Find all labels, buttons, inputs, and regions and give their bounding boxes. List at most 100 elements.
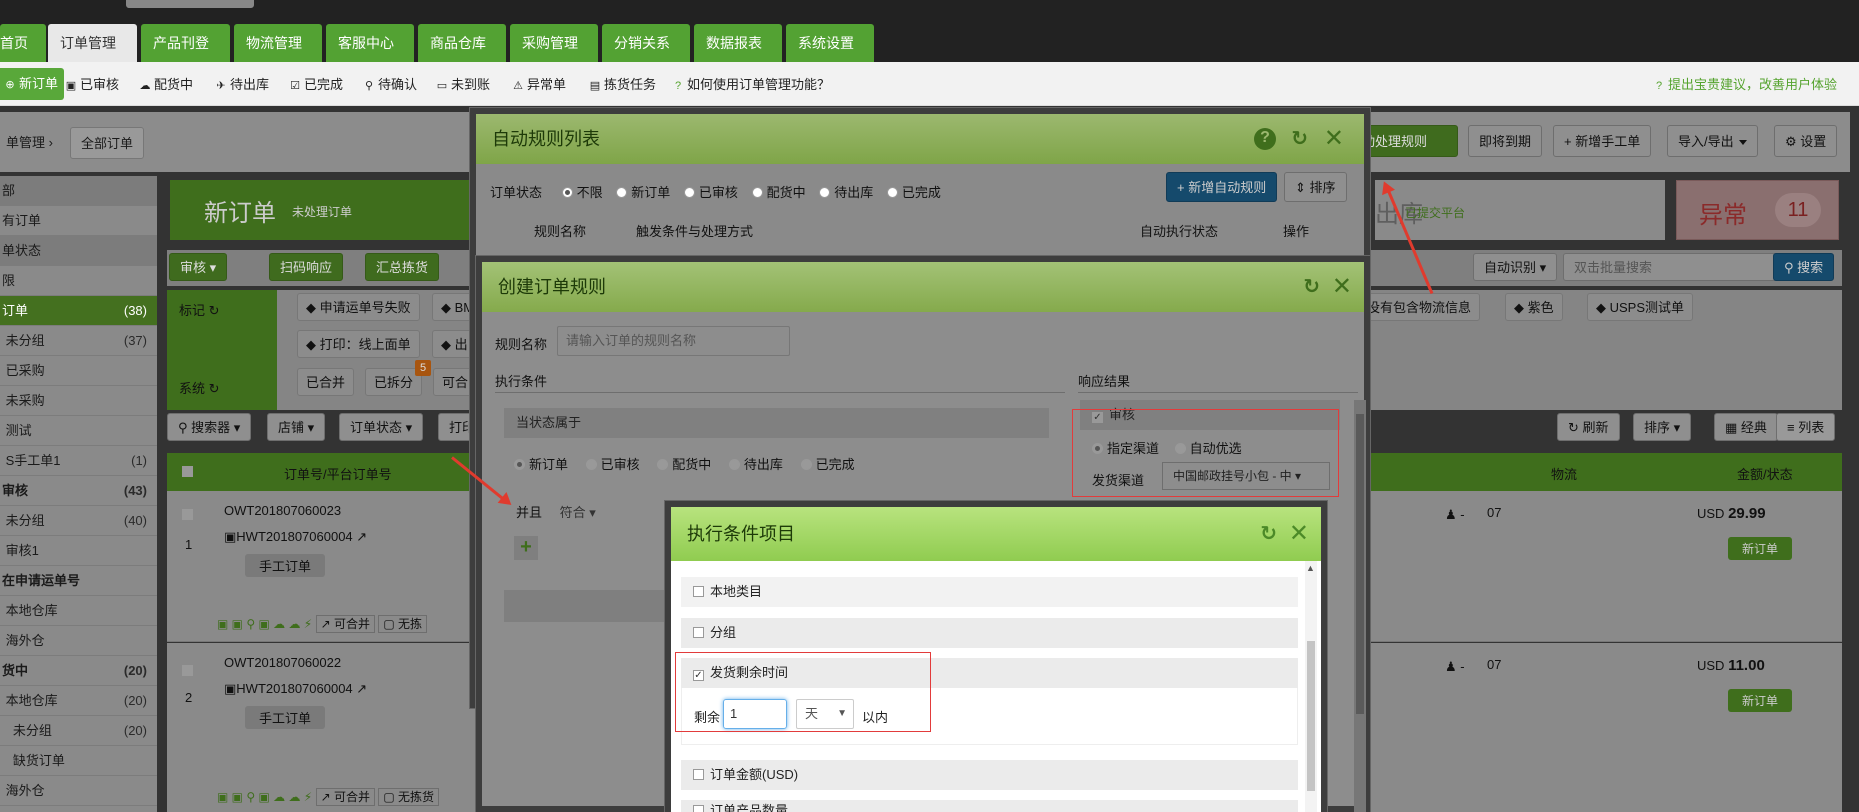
classic-view-button[interactable]: ▦ 经典 xyxy=(1714,413,1778,441)
platform-number[interactable]: ▣HWT201807060004 ↗ xyxy=(224,681,367,697)
add-rule-button[interactable]: + 新增自动规则 xyxy=(1166,172,1278,202)
sort-button[interactable]: ⇕ 排序 xyxy=(1284,172,1347,202)
ship-card[interactable]: 出库 已提交平台 xyxy=(1375,180,1665,240)
nav-home[interactable]: 首页 xyxy=(0,24,46,62)
sidebar-item[interactable]: 已采购 xyxy=(0,356,157,386)
refresh-button[interactable]: ↻ 刷新 xyxy=(1557,413,1620,441)
radio-new[interactable]: 新订单 xyxy=(514,457,568,472)
nav-service[interactable]: 客服中心 xyxy=(326,24,414,85)
sort-button[interactable]: 排序 ▾ xyxy=(1633,413,1692,441)
select-all-checkbox[interactable] xyxy=(182,466,193,477)
radio-to-ship[interactable]: 待出库 xyxy=(728,457,783,472)
nav-logistics[interactable]: 物流管理 xyxy=(234,24,322,85)
condition-item[interactable]: 分组 xyxy=(681,618,1298,648)
breadcrumb-current[interactable]: 全部订单 xyxy=(70,127,145,159)
sidebar-item[interactable]: S手工单1 (1) xyxy=(0,446,157,476)
scroll-thumb[interactable] xyxy=(1356,414,1364,714)
radio-reviewed[interactable]: 已审核 xyxy=(585,457,640,472)
tag-purple[interactable]: ◆ 紫色 xyxy=(1505,293,1563,321)
order-status-button[interactable]: 订单状态 ▾ xyxy=(339,413,424,441)
to-confirm-tab[interactable]: ⚲ 待确认 xyxy=(363,74,417,93)
abnormal-card[interactable]: 异常 11 xyxy=(1676,180,1839,240)
nav-product[interactable]: 产品刊登 xyxy=(141,24,230,85)
sidebar-item[interactable]: 审核1 xyxy=(0,536,157,566)
auto-identify-dropdown[interactable]: 自动识别 ▾ xyxy=(1473,253,1558,281)
radio-unlimited[interactable]: 不限 xyxy=(561,185,603,200)
summary-pick-button[interactable]: 汇总拣货 xyxy=(365,253,440,281)
close-icon[interactable]: ✕ xyxy=(1289,507,1309,561)
list-view-button[interactable]: ≡ 列表 xyxy=(1776,413,1836,441)
scrollbar[interactable]: ▲ xyxy=(1305,561,1317,812)
radio-dispatching[interactable]: 配货中 xyxy=(751,185,806,200)
picking-tab[interactable]: ▤ 拣货任务 xyxy=(589,74,656,93)
condition-item[interactable]: 订单金额(USD) xyxy=(681,760,1298,790)
status-badge[interactable]: 新订单 xyxy=(1728,689,1793,712)
shop-button[interactable]: 店铺 ▾ xyxy=(267,413,326,441)
searcher-button[interactable]: ⚲ 搜索器 ▾ xyxy=(167,413,252,441)
platform-number[interactable]: ▣HWT201807060004 ↗ xyxy=(224,529,367,545)
search-button[interactable]: ⚲ 搜索 xyxy=(1773,253,1835,281)
order-number[interactable]: OWT201807060022 xyxy=(224,655,341,670)
sidebar-item[interactable]: 有订单 xyxy=(0,206,157,236)
sidebar-item[interactable]: 未分组 (40) xyxy=(0,506,157,536)
to-ship-tab[interactable]: ✈ 待出库 xyxy=(215,74,269,93)
radio-to-ship[interactable]: 待出库 xyxy=(819,185,873,200)
new-manual-button[interactable]: + 新增手工单 xyxy=(1553,125,1652,157)
sidebar-item[interactable]: 本地仓库 (20) xyxy=(0,686,157,716)
help-icon[interactable]: ? xyxy=(1254,128,1276,150)
help-link[interactable]: ? 如何使用订单管理功能？ xyxy=(672,74,830,93)
tag-usps[interactable]: ◆ USPS测试单 xyxy=(1587,293,1694,321)
radio-done[interactable]: 已完成 xyxy=(886,185,941,200)
reviewed-tab[interactable]: ▣ 已审核 xyxy=(65,74,119,93)
abnormal-tab[interactable]: ⚠ 异常单 xyxy=(512,74,566,93)
sys-tag-split[interactable]: 已拆分 xyxy=(365,368,423,396)
sidebar-item[interactable]: 海外仓 xyxy=(0,626,157,656)
sidebar-item[interactable]: 未分组 (37) xyxy=(0,326,157,356)
status-badge[interactable]: 新订单 xyxy=(1728,537,1793,560)
sidebar-item[interactable]: 未采购 xyxy=(0,386,157,416)
sidebar-item[interactable]: 本地仓库 xyxy=(0,596,157,626)
nav-settings[interactable]: 系统设置 xyxy=(786,24,874,85)
nav-purchase[interactable]: 采购管理 xyxy=(510,24,598,85)
scroll-thumb[interactable] xyxy=(1307,641,1315,791)
row-checkbox[interactable] xyxy=(182,509,193,520)
sidebar-item[interactable]: 未分组 (20) xyxy=(0,716,157,746)
close-icon[interactable]: ✕ xyxy=(1324,114,1344,164)
settings-button[interactable]: ⚙ 设置 xyxy=(1774,125,1838,157)
radio-done[interactable]: 已完成 xyxy=(800,457,855,472)
nav-warehouse[interactable]: 商品仓库 xyxy=(418,24,506,85)
row-action-icons[interactable]: ▣ ▣ ⚲ ▣ ☁ ☁ ⚡ ↗ 可合并 ▢ 无拣货 xyxy=(217,788,440,806)
row-checkbox[interactable] xyxy=(182,665,193,676)
add-condition-button[interactable]: + xyxy=(514,536,538,560)
radio-dispatching[interactable]: 配货中 xyxy=(657,457,711,472)
sidebar-item[interactable]: 货中 (20) xyxy=(0,656,157,686)
nav-reports[interactable]: 数据报表 xyxy=(694,24,782,85)
account-pill[interactable] xyxy=(126,0,254,8)
sidebar-item[interactable]: 审核 (43) xyxy=(0,476,157,506)
new-order-tab[interactable]: ⊕ 新订单 xyxy=(0,68,65,100)
order-number[interactable]: OWT201807060023 xyxy=(224,503,341,518)
rule-name-input[interactable]: 请输入订单的规则名称 xyxy=(557,326,790,356)
expiring-button[interactable]: 即将到期 xyxy=(1468,125,1543,157)
scrollbar[interactable] xyxy=(1354,400,1366,812)
condition-item[interactable]: 订单产品数量 xyxy=(681,800,1298,812)
tag-apply-fail[interactable]: ◆ 申请运单号失败 xyxy=(297,293,420,321)
refresh-icon[interactable]: ↻ xyxy=(1303,262,1320,312)
scan-button[interactable]: 扫码响应 xyxy=(269,253,344,281)
sidebar-item[interactable]: 测试 xyxy=(0,416,157,446)
batch-search-input[interactable]: 双击批量搜索 xyxy=(1563,253,1778,281)
scroll-up-icon[interactable]: ▲ xyxy=(1306,563,1315,573)
sidebar-item[interactable]: 在申请运单号 xyxy=(0,566,157,596)
sidebar-item[interactable]: 限 xyxy=(0,266,157,296)
done-tab[interactable]: ☑ 已完成 xyxy=(289,74,343,93)
sidebar-item[interactable]: 单状态 xyxy=(0,236,157,266)
refresh-icon[interactable]: ↻ xyxy=(1260,507,1277,561)
sys-tag-merged[interactable]: 已合并 xyxy=(297,368,355,396)
audit-button[interactable]: 审核 ▾ xyxy=(169,253,228,281)
breadcrumb-parent[interactable]: 单管理 › xyxy=(0,127,63,159)
nav-orders[interactable]: 订单管理 xyxy=(48,24,137,85)
suggest-link[interactable]: ? 提出宝贵建议，改善用户体验 xyxy=(1653,74,1837,93)
sidebar-item[interactable]: 海外仓 xyxy=(0,776,157,806)
sidebar-item[interactable]: 部 xyxy=(0,176,157,206)
condition-item[interactable]: 本地类目 xyxy=(681,577,1298,607)
